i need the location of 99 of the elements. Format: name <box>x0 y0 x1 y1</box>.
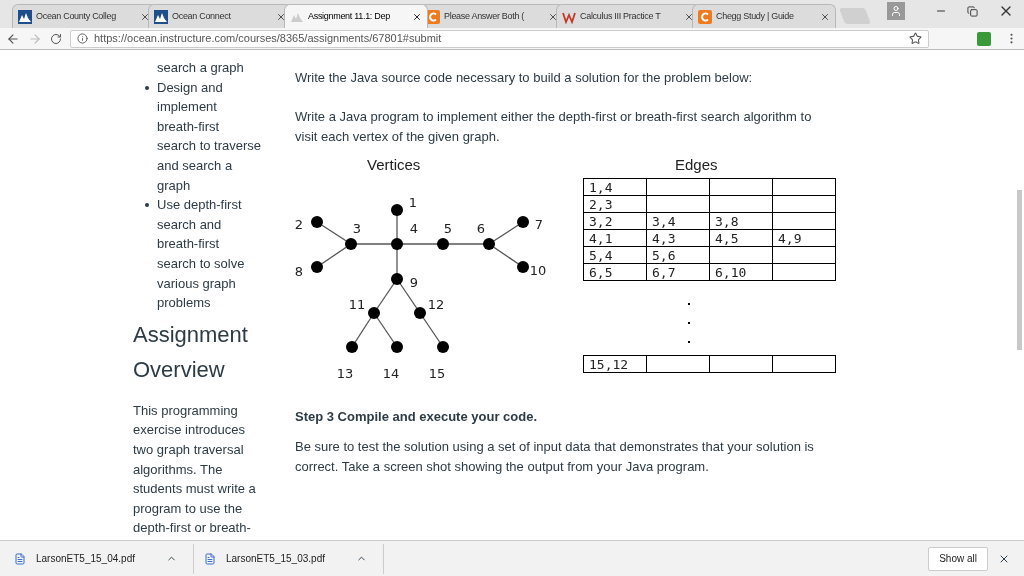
scrollbar-thumb[interactable] <box>1017 190 1022 350</box>
tab-title: Calculus III Practice T <box>580 9 662 23</box>
tab-title: Chegg Study | Guide <box>716 9 795 23</box>
c-logo-icon <box>698 9 712 24</box>
table-cell: 4,3 <box>647 230 710 247</box>
graph-node <box>391 341 403 353</box>
table-cell: 4,5 <box>710 230 773 247</box>
info-icon <box>77 33 88 44</box>
vertex-label: 7 <box>534 217 544 232</box>
table-cell: 6,10 <box>710 264 773 281</box>
overview-paragraph: This programming exercise introduces two graph traversal algorithms. The students must write a program to use the depth-first or breath- <box>133 401 257 538</box>
star-icon[interactable] <box>909 32 922 45</box>
table-cell: 1,4 <box>584 179 647 196</box>
graph-node <box>346 341 358 353</box>
url-text: https://ocean.instructure.com/courses/8365/assignments/67801#submit <box>94 31 442 47</box>
pdf-file-icon <box>204 552 216 565</box>
section-heading: Assignment Overview <box>133 320 249 384</box>
graph-node <box>483 238 495 250</box>
restore-icon[interactable] <box>967 5 978 17</box>
graph-node <box>517 216 529 228</box>
close-icon[interactable] <box>684 11 694 22</box>
graph-node <box>391 204 403 216</box>
close-icon[interactable] <box>412 11 422 22</box>
table-cell <box>710 247 773 264</box>
intro-text: Write the Java source code necessary to build a solution for the problem below: <box>295 69 754 87</box>
close-icon[interactable] <box>140 11 150 22</box>
download-item[interactable]: LarsonET5_15_04.pdf <box>14 543 194 574</box>
edges-title: Edges <box>675 155 719 175</box>
graph-node <box>391 238 403 250</box>
table-cell: 5,6 <box>647 247 710 264</box>
vertex-label: 3 <box>352 221 362 236</box>
table-cell: 4,9 <box>773 230 836 247</box>
bullet-icon <box>145 85 149 90</box>
vertex-label: 10 <box>529 263 547 278</box>
tab-title: Ocean Connect <box>172 9 232 23</box>
vertex-label: 4 <box>409 221 419 236</box>
table-cell: 15,12 <box>584 356 647 373</box>
vertex-label: 11 <box>348 297 366 312</box>
step-title: Step 3 Compile and execute your code. <box>295 408 538 426</box>
graph-node <box>368 307 380 319</box>
mountain-logo-icon <box>154 9 168 24</box>
file-name: LarsonET5_15_03.pdf <box>226 552 326 566</box>
vertex-label: 6 <box>476 221 486 236</box>
step-text: Be sure to test the solution using a set of input data that demonstrates that your solution is correct. Take a screen shot showing the output from your Java program. <box>295 438 815 476</box>
vertices-title: Vertices <box>367 155 422 175</box>
extension-icon[interactable] <box>977 31 991 46</box>
table-cell: 6,5 <box>584 264 647 281</box>
bullet-icon <box>145 203 149 208</box>
close-icon[interactable] <box>820 11 830 22</box>
graph-node <box>311 216 323 228</box>
list-text: Use depth-first search and breath-first search to solve various graph problems <box>157 196 245 313</box>
back-icon[interactable] <box>6 31 20 46</box>
table-cell: 3,2 <box>584 213 647 230</box>
table-cell <box>710 196 773 213</box>
vertex-label: 5 <box>443 221 453 236</box>
vertex-label: 12 <box>427 297 445 312</box>
table-cell: 4,1 <box>584 230 647 247</box>
graph-node <box>437 238 449 250</box>
table-cell <box>773 213 836 230</box>
table-cell <box>773 196 836 213</box>
vertex-label: 2 <box>295 217 304 232</box>
table-cell: 5,4 <box>584 247 647 264</box>
vertex-label: 15 <box>428 366 446 381</box>
list-text: Design and implement breath-first search to traverse and search a graph <box>157 78 262 195</box>
vertex-label: 9 <box>409 275 419 290</box>
close-icon[interactable] <box>548 11 558 22</box>
table-cell: 3,8 <box>710 213 773 230</box>
table-cell: 3,4 <box>647 213 710 230</box>
table-cell <box>773 264 836 281</box>
graph-node <box>391 273 403 285</box>
table-cell <box>773 247 836 264</box>
browser-tab[interactable]: Assignment 11.1: Dep <box>284 4 428 28</box>
file-name: LarsonET5_15_04.pdf <box>36 552 136 566</box>
tab-title: Assignment 11.1: Dep <box>308 9 391 23</box>
graph-node <box>437 341 449 353</box>
url-field[interactable]: https://ocean.instructure.com/courses/8365/assignments/67801#submit <box>70 29 929 48</box>
vertex-label: 1 <box>408 195 418 210</box>
vertex-label: 8 <box>295 264 304 279</box>
graph-node <box>311 261 323 273</box>
person-icon <box>890 5 902 17</box>
reload-icon[interactable] <box>50 32 62 45</box>
graph-node <box>345 238 357 250</box>
close-icon[interactable] <box>276 11 286 22</box>
tab-title: Please Answer Both ( <box>444 9 526 23</box>
graph-node <box>517 261 529 273</box>
download-item[interactable]: LarsonET5_15_03.pdf <box>204 543 384 574</box>
browser-tab[interactable]: Chegg Study | Guide <box>692 4 836 28</box>
table-cell: 6,7 <box>647 264 710 281</box>
list-text: search a graph <box>156 59 245 77</box>
show-all-button[interactable]: Show all <box>928 546 988 571</box>
table-cell: 2,3 <box>584 196 647 213</box>
graph-node <box>414 307 426 319</box>
table-cell <box>647 196 710 213</box>
vertex-label: 13 <box>336 366 354 381</box>
pdf-file-icon <box>14 552 26 565</box>
mountain-logo-icon <box>18 9 32 24</box>
tab-title: Ocean County Colleg <box>36 9 117 23</box>
vertex-label: 14 <box>382 366 400 381</box>
task-text: Write a Java program to implement either the depth-first or breath-first search algorithm to visit each vertex of the given graph. <box>295 108 813 146</box>
